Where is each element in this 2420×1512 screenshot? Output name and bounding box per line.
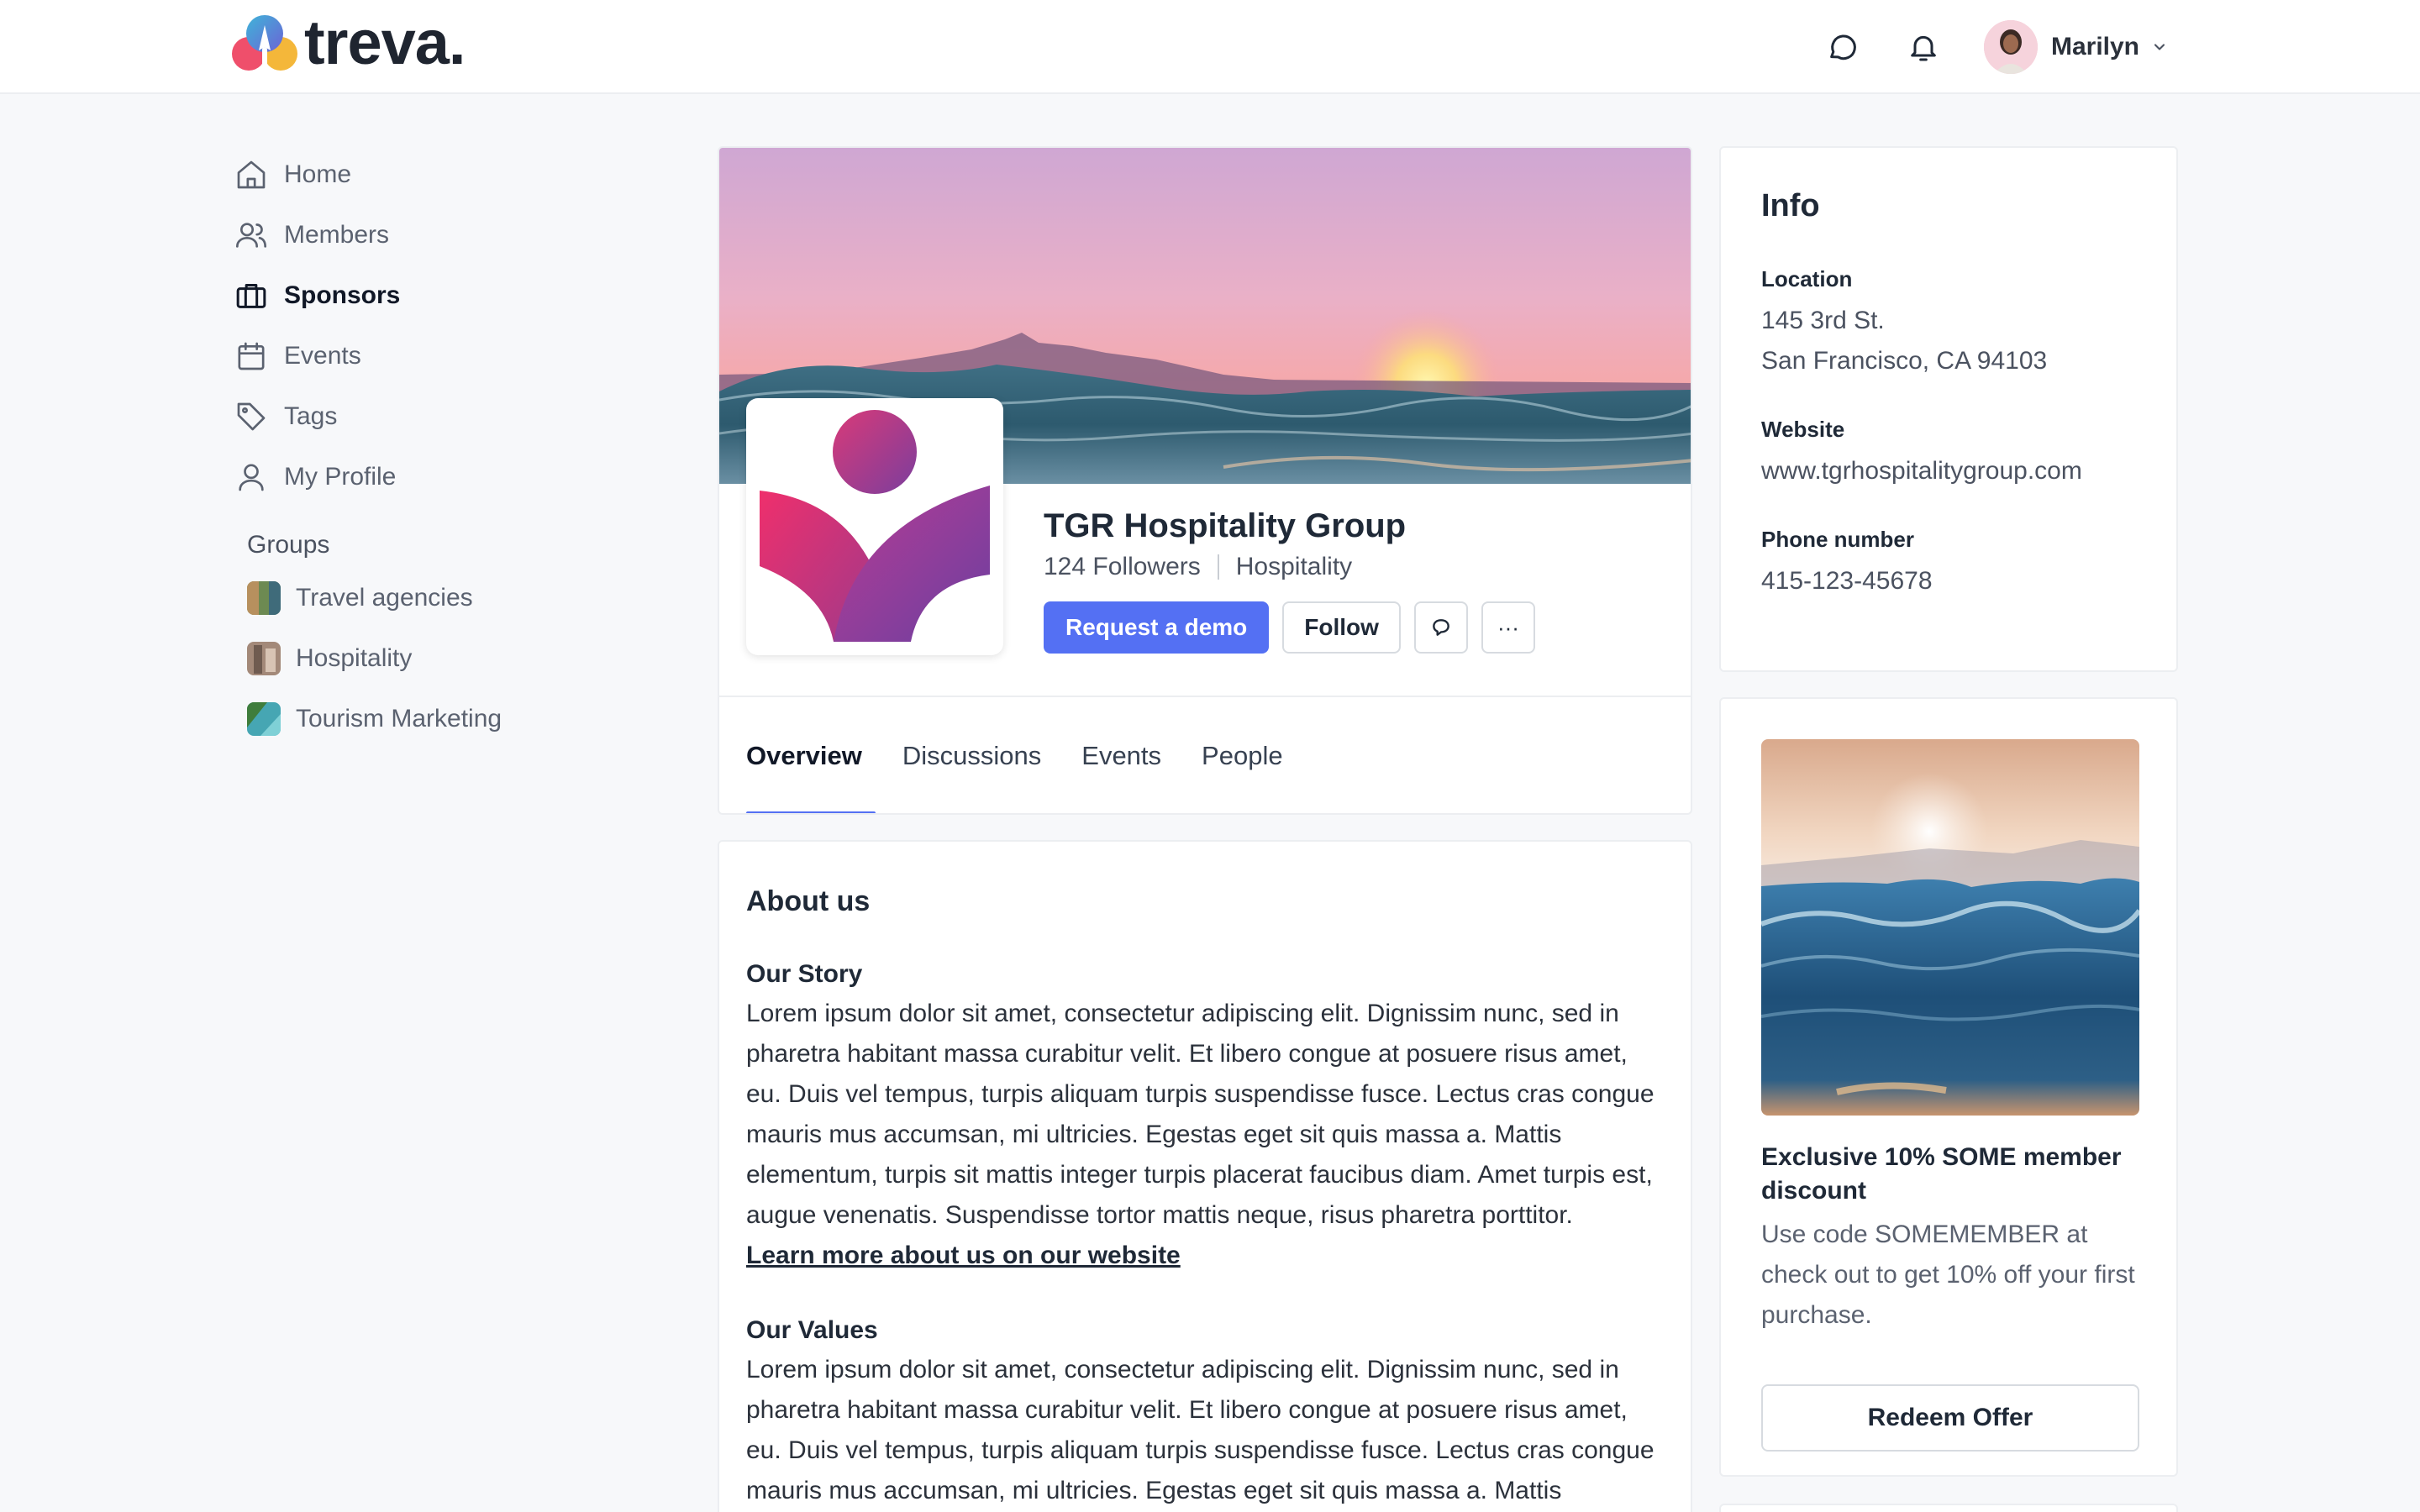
- next-card: [1719, 1504, 2178, 1512]
- sidebar-item-label: Home: [284, 160, 352, 188]
- website-label: Website: [1761, 417, 1845, 442]
- group-label: Hospitality: [296, 644, 413, 672]
- request-demo-button[interactable]: Request a demo: [1044, 601, 1270, 654]
- story-text: Lorem ipsum dolor sit amet, consectetur …: [746, 1000, 1655, 1229]
- follow-button[interactable]: Follow: [1282, 601, 1401, 654]
- group-label: Travel agencies: [296, 584, 473, 612]
- address-line-1: 145 3rd St.: [1761, 307, 1885, 334]
- tag-icon: [234, 399, 269, 434]
- sidebar-item-events[interactable]: Events: [234, 333, 704, 380]
- message-button[interactable]: [1413, 601, 1468, 654]
- sponsor-meta: 124 Followers Hospitality: [1044, 553, 1352, 581]
- header-actions: Marilyn: [1782, 20, 2168, 74]
- info-heading: Info: [1761, 188, 1820, 223]
- offer-image: [1761, 739, 2139, 1116]
- location-value: 145 3rd St. San Francisco, CA 94103: [1761, 301, 2136, 381]
- brand-logo[interactable]: treva.: [230, 8, 466, 79]
- top-bar: treva. Marilyn: [0, 0, 2420, 94]
- location-label: Location: [1761, 266, 1853, 291]
- sidebar-item-label: Members: [284, 221, 390, 249]
- values-heading: Our Values: [746, 1316, 878, 1344]
- meta-divider: [1217, 554, 1219, 580]
- sidebar-item-label: Events: [284, 342, 361, 370]
- sponsor-name: TGR Hospitality Group: [1044, 507, 1407, 544]
- sidebar-item-label: Tags: [284, 402, 338, 430]
- sidebar-item-members[interactable]: Members: [234, 212, 704, 259]
- tab-people[interactable]: People: [1202, 697, 1283, 813]
- offer-description: Use code SOMEMEMBER at check out to get …: [1761, 1221, 2135, 1329]
- company-logo: [746, 398, 1003, 655]
- users-icon: [234, 218, 269, 253]
- offer-title: Exclusive 10% SOME member discount: [1761, 1143, 2122, 1205]
- group-item-hospitality[interactable]: Hospitality: [247, 635, 704, 682]
- calendar-icon: [234, 339, 269, 374]
- sponsor-profile-card: TGR Hospitality Group 124 Followers Hosp…: [718, 146, 1692, 815]
- sidebar-item-sponsors[interactable]: Sponsors: [234, 272, 704, 319]
- redeem-offer-button[interactable]: Redeem Offer: [1761, 1384, 2139, 1452]
- briefcase-icon: [234, 278, 269, 313]
- sponsor-category: Hospitality: [1235, 553, 1353, 580]
- website-value[interactable]: www.tgrhospitalitygroup.com: [1761, 451, 2136, 491]
- sidebar-item-label: My Profile: [284, 463, 397, 491]
- about-card: About us Our Story Lorem ipsum dolor sit…: [718, 840, 1692, 1512]
- sponsor-actions: Request a demo Follow ···: [1044, 601, 1535, 654]
- bell-icon[interactable]: [1903, 27, 1944, 67]
- sidebar-item-home[interactable]: Home: [234, 151, 704, 198]
- followers-count[interactable]: 124 Followers: [1044, 553, 1201, 581]
- sidebar: Home Members Sponsors Events Tags My Pro…: [234, 151, 704, 756]
- sidebar-item-tags[interactable]: Tags: [234, 393, 704, 440]
- group-thumbnail: [247, 702, 281, 736]
- avatar: [1983, 20, 2038, 74]
- profile-tabs: Overview Discussions Events People: [746, 697, 1323, 813]
- sidebar-item-my-profile[interactable]: My Profile: [234, 454, 704, 501]
- tab-events[interactable]: Events: [1081, 697, 1161, 813]
- treva-logo-icon: [232, 15, 297, 74]
- brand-name: treva.: [304, 8, 466, 77]
- story-heading: Our Story: [746, 960, 863, 988]
- sidebar-item-label: Sponsors: [284, 281, 401, 309]
- chat-icon[interactable]: [1823, 27, 1863, 67]
- user-menu[interactable]: Marilyn: [1983, 20, 2168, 74]
- user-icon: [234, 459, 269, 495]
- address-line-2: San Francisco, CA 94103: [1761, 347, 2048, 375]
- group-label: Tourism Marketing: [296, 705, 502, 732]
- tab-discussions[interactable]: Discussions: [902, 697, 1041, 813]
- group-item-tourism-marketing[interactable]: Tourism Marketing: [247, 696, 704, 743]
- group-thumbnail: [247, 581, 281, 615]
- about-heading: About us: [746, 885, 871, 917]
- user-name: Marilyn: [2050, 33, 2139, 60]
- chevron-down-icon: [2154, 44, 2165, 50]
- groups-heading: Groups: [247, 531, 330, 559]
- group-thumbnail: [247, 642, 281, 675]
- chat-bubble-icon: [1433, 619, 1449, 636]
- more-options-button[interactable]: ···: [1481, 601, 1535, 654]
- phone-value: 415-123-45678: [1761, 567, 1933, 595]
- group-item-travel-agencies[interactable]: Travel agencies: [247, 575, 704, 622]
- website-link[interactable]: Learn more about us on our website: [746, 1236, 1181, 1276]
- tab-overview[interactable]: Overview: [746, 697, 876, 813]
- info-card: Info Location 145 3rd St. San Francisco,…: [1719, 146, 2178, 672]
- values-text: Lorem ipsum dolor sit amet, consectetur …: [746, 1356, 1655, 1504]
- offer-card: Exclusive 10% SOME member discount Use c…: [1719, 697, 2178, 1477]
- home-icon: [234, 157, 269, 192]
- phone-label: Phone number: [1761, 527, 1915, 552]
